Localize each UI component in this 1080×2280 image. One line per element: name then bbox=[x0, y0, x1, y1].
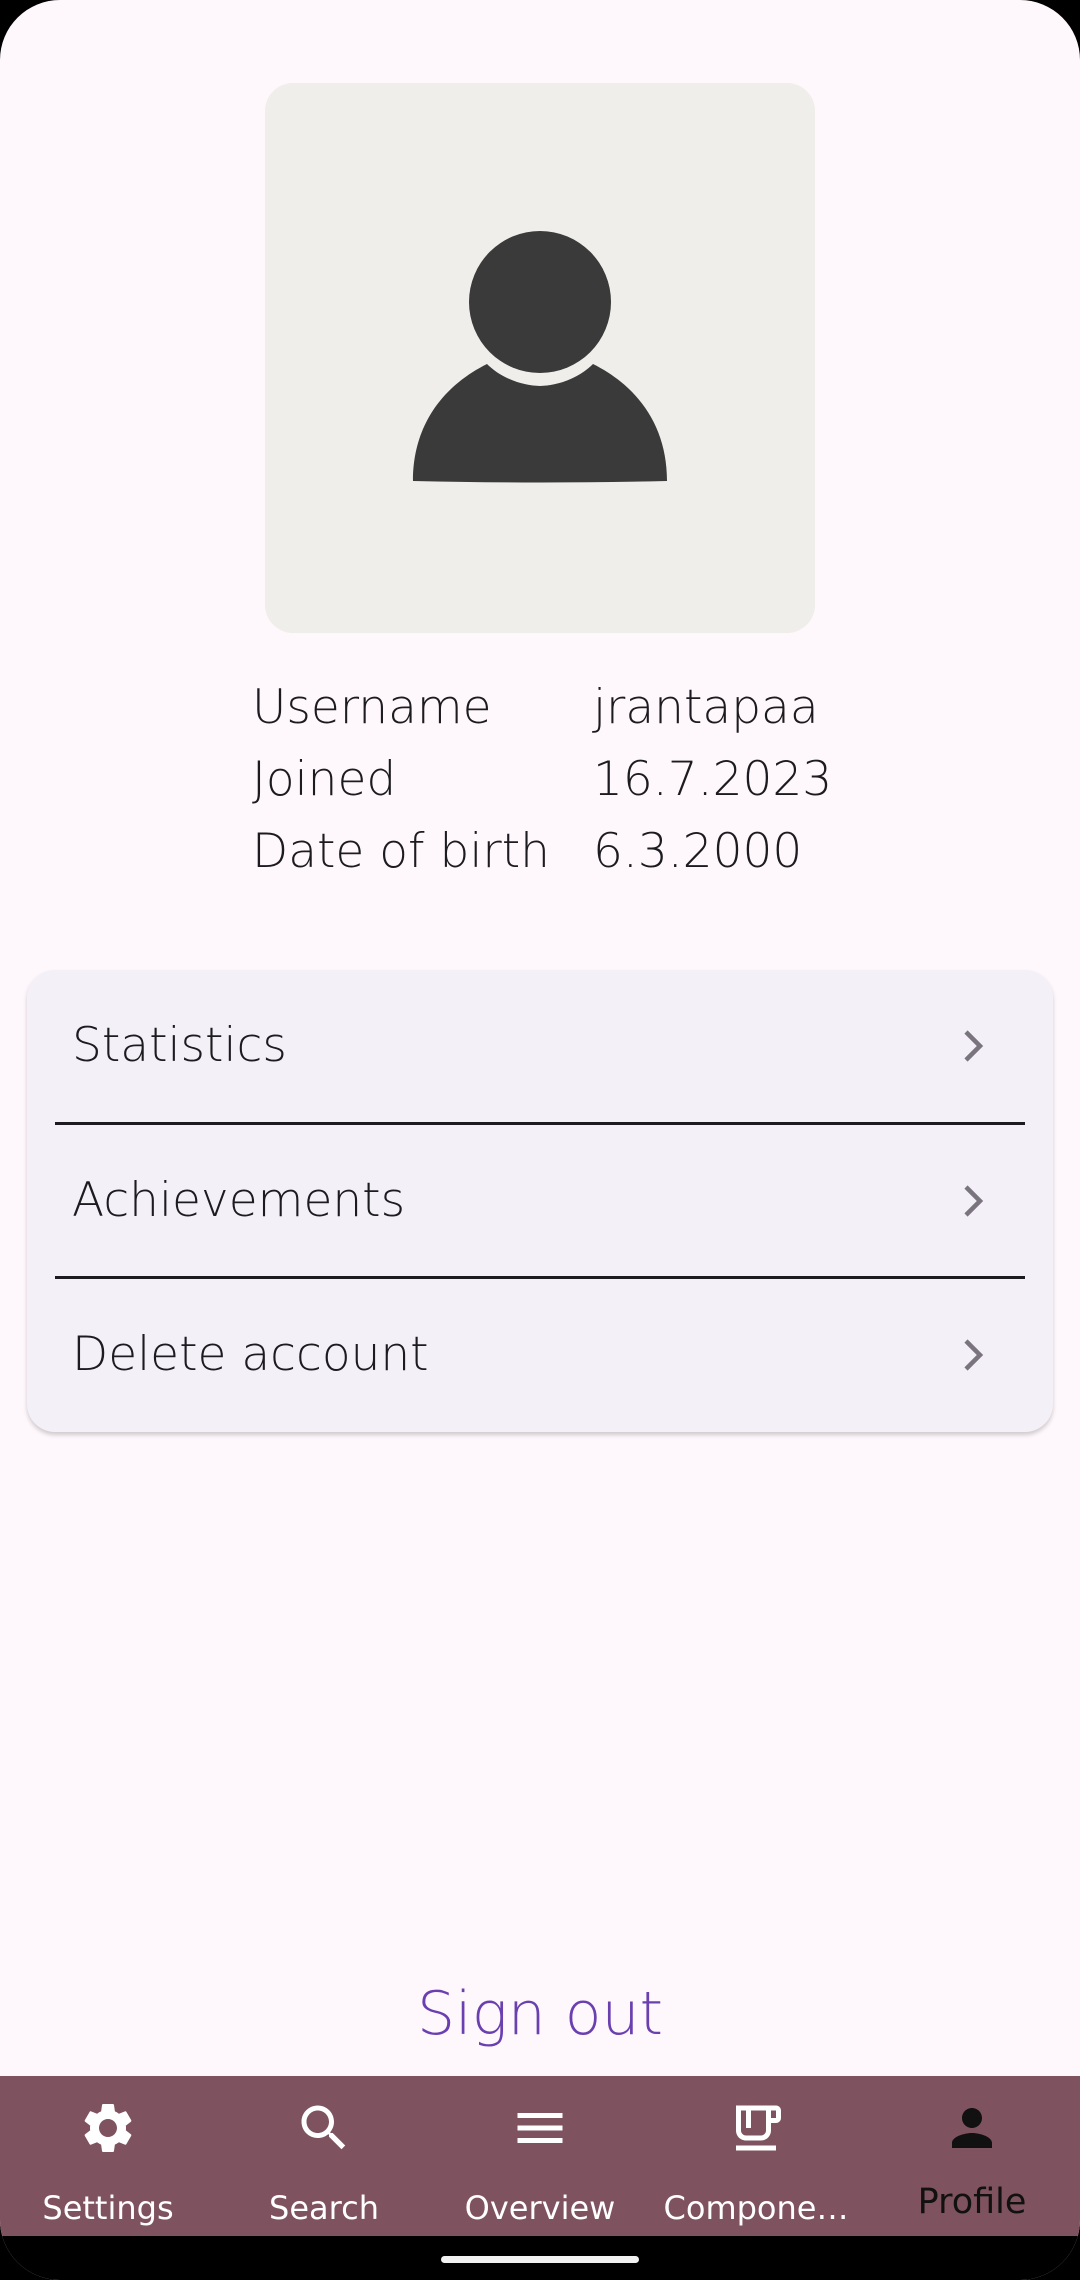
username-label: Username bbox=[252, 680, 492, 735]
delete-account-menu-item[interactable]: Delete account bbox=[27, 1279, 1053, 1431]
sign-out-button[interactable]: Sign out bbox=[0, 1972, 1080, 2056]
status-bar bbox=[0, 0, 1080, 60]
joined-label: Joined bbox=[252, 752, 397, 807]
chevron-right-icon bbox=[964, 1185, 984, 1217]
coffee-cup-icon bbox=[736, 2105, 781, 2151]
username-value: jrantapaa bbox=[593, 680, 819, 735]
nav-label-components: Compone… bbox=[663, 2189, 849, 2227]
nav-item-settings[interactable]: Settings bbox=[0, 2076, 216, 2236]
chevron-right-icon bbox=[964, 1339, 984, 1371]
nav-label-overview: Overview bbox=[464, 2189, 616, 2227]
nav-label-search: Search bbox=[269, 2189, 379, 2227]
menu-icon bbox=[517, 2113, 563, 2143]
nav-item-components[interactable]: Compone… bbox=[648, 2076, 864, 2236]
nav-item-overview[interactable]: Overview bbox=[432, 2076, 648, 2236]
profile-screen: Username jrantapaa Joined 16.7.2023 Date… bbox=[0, 0, 1080, 2280]
date-of-birth-label: Date of birth bbox=[252, 824, 550, 879]
nav-item-profile[interactable]: Profile bbox=[864, 2076, 1080, 2236]
statistics-menu-item[interactable]: Statistics bbox=[27, 970, 1053, 1122]
date-of-birth-value: 6.3.2000 bbox=[593, 824, 803, 879]
person-icon bbox=[952, 2108, 992, 2148]
person-placeholder-icon bbox=[413, 231, 667, 483]
bottom-navigation-bar: Settings Search Overview Compone… Profil… bbox=[0, 2076, 1080, 2236]
avatar bbox=[265, 83, 815, 633]
chevron-right-icon bbox=[964, 1030, 984, 1062]
home-gesture-handle[interactable] bbox=[441, 2256, 639, 2263]
gear-icon bbox=[84, 2104, 132, 2152]
profile-menu-card: Statistics Achievements Delete account bbox=[27, 970, 1053, 1432]
nav-label-settings: Settings bbox=[42, 2189, 174, 2227]
joined-value: 16.7.2023 bbox=[593, 752, 833, 807]
statistics-label: Statistics bbox=[72, 1018, 287, 1073]
achievements-menu-item[interactable]: Achievements bbox=[27, 1125, 1053, 1277]
achievements-label: Achievements bbox=[72, 1173, 406, 1228]
search-icon bbox=[301, 2105, 346, 2150]
delete-account-label: Delete account bbox=[72, 1327, 429, 1382]
nav-label-profile: Profile bbox=[917, 2182, 1027, 2222]
nav-item-search[interactable]: Search bbox=[216, 2076, 432, 2236]
